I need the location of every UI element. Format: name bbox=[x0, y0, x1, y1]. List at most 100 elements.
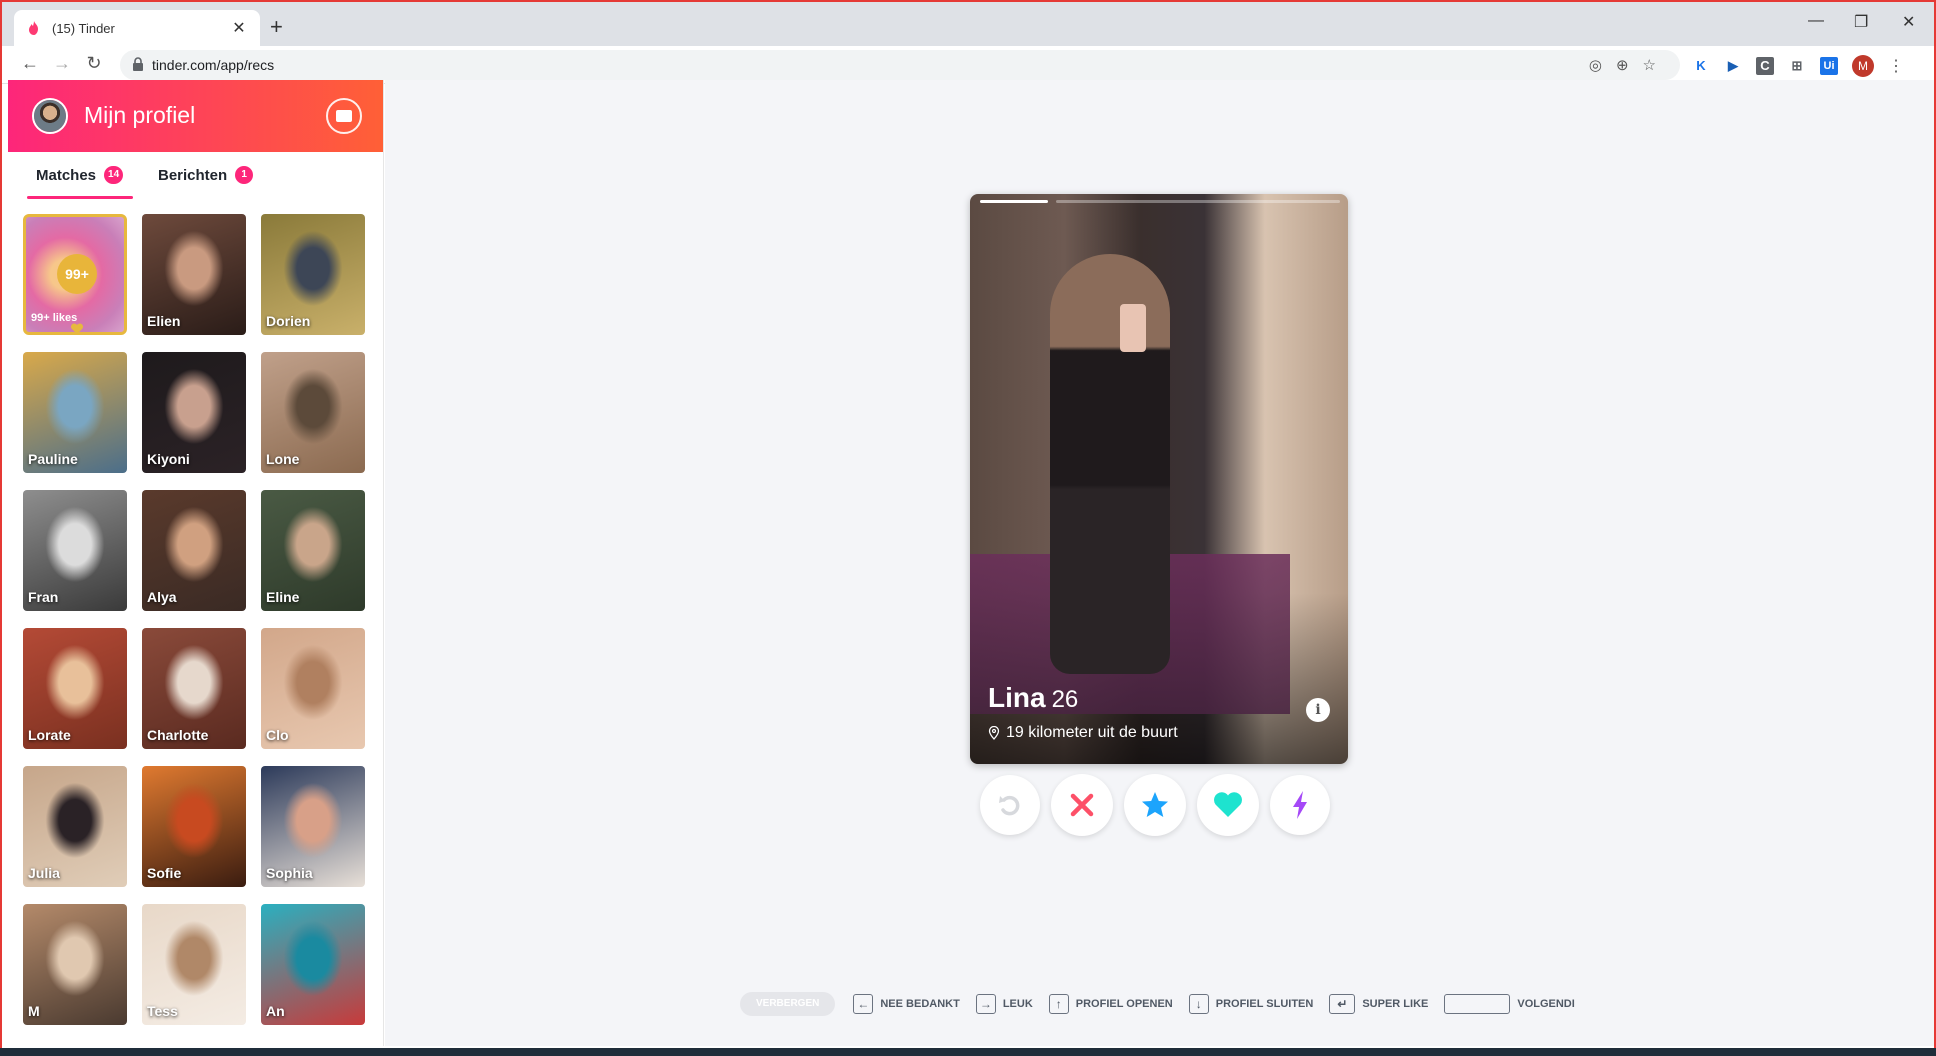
sidebar-header: Mijn profiel bbox=[8, 80, 383, 152]
minimize-icon[interactable]: — bbox=[1808, 12, 1824, 30]
up-arrow-key-icon: ↑ bbox=[1048, 994, 1069, 1014]
match-name: M bbox=[28, 1003, 40, 1019]
match-card[interactable]: Alya bbox=[142, 490, 246, 611]
match-card[interactable]: Pauline bbox=[23, 352, 127, 473]
extension-ui-icon[interactable]: Ui bbox=[1820, 57, 1838, 75]
profile-distance-line: 19 kilometer uit de buurt bbox=[988, 724, 1178, 742]
hint-super-like: ↵ SUPER LIKE bbox=[1329, 994, 1428, 1014]
browser-toolbar: ← → ↻ tinder.com/app/recs ◎⊕☆ K ▶ C ⊞ Ui… bbox=[2, 46, 1934, 84]
nope-button[interactable] bbox=[1051, 774, 1113, 836]
hint-nope: ← NEE BEDANKT bbox=[853, 994, 960, 1014]
match-card[interactable]: Eline bbox=[261, 490, 365, 611]
keyboard-hints: VERBERGEN ← NEE BEDANKT → LEUK ↑ PROFIEL… bbox=[740, 992, 1591, 1016]
likes-card[interactable]: 99+ 99+ likes bbox=[23, 214, 127, 335]
match-name: Lone bbox=[266, 451, 300, 467]
extension-c-icon[interactable]: C bbox=[1756, 57, 1774, 75]
rewind-button[interactable] bbox=[980, 775, 1040, 835]
browser-tab[interactable]: (15) Tinder ✕ bbox=[14, 10, 260, 46]
match-name: Charlotte bbox=[147, 727, 209, 743]
extension-k-icon[interactable]: K bbox=[1692, 57, 1710, 75]
extension-grid-icon[interactable]: ⊞ bbox=[1788, 57, 1806, 75]
match-card[interactable]: Clo bbox=[261, 628, 365, 749]
match-card[interactable]: Dorien bbox=[261, 214, 365, 335]
boost-button[interactable] bbox=[1270, 775, 1330, 835]
extension-play-icon[interactable]: ▶ bbox=[1724, 57, 1742, 75]
sidebar-tabs: Matches 14 Berichten 1 bbox=[8, 152, 383, 202]
space-key-icon bbox=[1444, 994, 1511, 1014]
hint-like: → LEUK bbox=[975, 994, 1033, 1014]
restore-icon[interactable]: ❐ bbox=[1854, 12, 1868, 32]
info-icon[interactable]: i bbox=[1306, 698, 1330, 722]
hint-next-label: VOLGENDI bbox=[1517, 998, 1575, 1010]
match-card[interactable]: M bbox=[23, 904, 127, 1025]
close-tab-icon[interactable]: ✕ bbox=[230, 18, 248, 38]
match-card[interactable]: Fran bbox=[23, 490, 127, 611]
heart-icon bbox=[71, 323, 83, 332]
omnibox-icons[interactable]: ◎⊕☆ bbox=[1589, 56, 1670, 74]
match-card[interactable]: Julia bbox=[23, 766, 127, 887]
match-name: Lorate bbox=[28, 727, 71, 743]
url-text: tinder.com/app/recs bbox=[152, 57, 275, 73]
new-tab-button[interactable]: + bbox=[270, 14, 283, 40]
hint-nope-label: NEE BEDANKT bbox=[880, 998, 960, 1010]
tab-matches[interactable]: Matches 14 bbox=[36, 166, 124, 184]
match-card[interactable]: Lone bbox=[261, 352, 365, 473]
reload-icon[interactable]: ↻ bbox=[82, 53, 106, 74]
match-name: Fran bbox=[28, 589, 59, 605]
match-name: Dorien bbox=[266, 313, 311, 329]
match-card[interactable]: Sophia bbox=[261, 766, 365, 887]
photo-progress-active[interactable] bbox=[980, 200, 1048, 203]
profile-card[interactable]: Lina 26 19 kilometer uit de buurt i bbox=[970, 194, 1348, 764]
active-tab-indicator bbox=[27, 196, 133, 199]
match-card[interactable]: Charlotte bbox=[142, 628, 246, 749]
right-arrow-key-icon: → bbox=[975, 994, 996, 1014]
match-name: Sophia bbox=[266, 865, 313, 881]
browser-menu-icon[interactable]: ⋮ bbox=[1888, 56, 1904, 76]
forward-arrow-icon[interactable]: → bbox=[50, 53, 74, 74]
match-card[interactable]: Elien bbox=[142, 214, 246, 335]
match-card[interactable]: An bbox=[261, 904, 365, 1025]
match-name: Clo bbox=[266, 727, 289, 743]
main-area: Lina 26 19 kilometer uit de buurt i VERB… bbox=[385, 80, 1934, 1046]
star-icon bbox=[1142, 792, 1168, 817]
matches-grid: 99+ 99+ likes Elien Dorien Pauline Kiyoni Lo… bbox=[23, 214, 373, 1025]
hide-hints-button[interactable]: VERBERGEN bbox=[740, 992, 836, 1016]
tab-messages-label: Berichten bbox=[158, 166, 228, 184]
match-name: Elien bbox=[147, 313, 181, 329]
match-name: Eline bbox=[266, 589, 300, 605]
hint-super-like-label: SUPER LIKE bbox=[1362, 998, 1429, 1010]
match-card[interactable]: Tess bbox=[142, 904, 246, 1025]
extensions-area: K ▶ C ⊞ Ui M ⋮ bbox=[1692, 55, 1904, 77]
profile-distance: 19 kilometer uit de buurt bbox=[1006, 724, 1178, 741]
match-name: Tess bbox=[147, 1003, 178, 1019]
address-bar[interactable]: tinder.com/app/recs ◎⊕☆ bbox=[120, 50, 1680, 80]
match-card[interactable]: Kiyoni bbox=[142, 352, 246, 473]
sidebar: Mijn profiel Matches 14 Berichten 1 99+ … bbox=[8, 80, 384, 1046]
close-window-icon[interactable]: ✕ bbox=[1902, 12, 1915, 32]
my-profile-title[interactable]: Mijn profiel bbox=[84, 102, 195, 129]
photo-progress-inactive[interactable] bbox=[1056, 200, 1340, 203]
profile-age: 26 bbox=[1051, 686, 1079, 713]
super-like-button[interactable] bbox=[1124, 774, 1186, 836]
x-icon bbox=[1070, 793, 1094, 817]
lightning-icon bbox=[1293, 791, 1307, 819]
messages-count-badge: 1 bbox=[235, 166, 254, 184]
briefcase-icon[interactable] bbox=[326, 98, 362, 134]
match-card[interactable]: Lorate bbox=[23, 628, 127, 749]
like-button[interactable] bbox=[1197, 774, 1259, 836]
tab-messages[interactable]: Berichten 1 bbox=[158, 166, 254, 184]
tab-matches-label: Matches bbox=[36, 166, 97, 184]
likes-count: 99+ bbox=[57, 254, 97, 294]
hint-close-profile-label: PROFIEL SLUITEN bbox=[1215, 998, 1314, 1010]
match-name: Pauline bbox=[28, 451, 78, 467]
my-avatar[interactable] bbox=[32, 98, 68, 134]
location-pin-icon bbox=[988, 726, 1000, 740]
left-arrow-key-icon: ← bbox=[853, 994, 874, 1014]
match-name: Julia bbox=[28, 865, 60, 881]
hint-close-profile: ↓ PROFIEL SLUITEN bbox=[1188, 994, 1314, 1014]
profile-name: Lina bbox=[988, 682, 1046, 713]
back-arrow-icon[interactable]: ← bbox=[18, 53, 42, 74]
photo-person bbox=[1050, 254, 1170, 674]
match-card[interactable]: Sofie bbox=[142, 766, 246, 887]
profile-avatar[interactable]: M bbox=[1852, 55, 1874, 77]
